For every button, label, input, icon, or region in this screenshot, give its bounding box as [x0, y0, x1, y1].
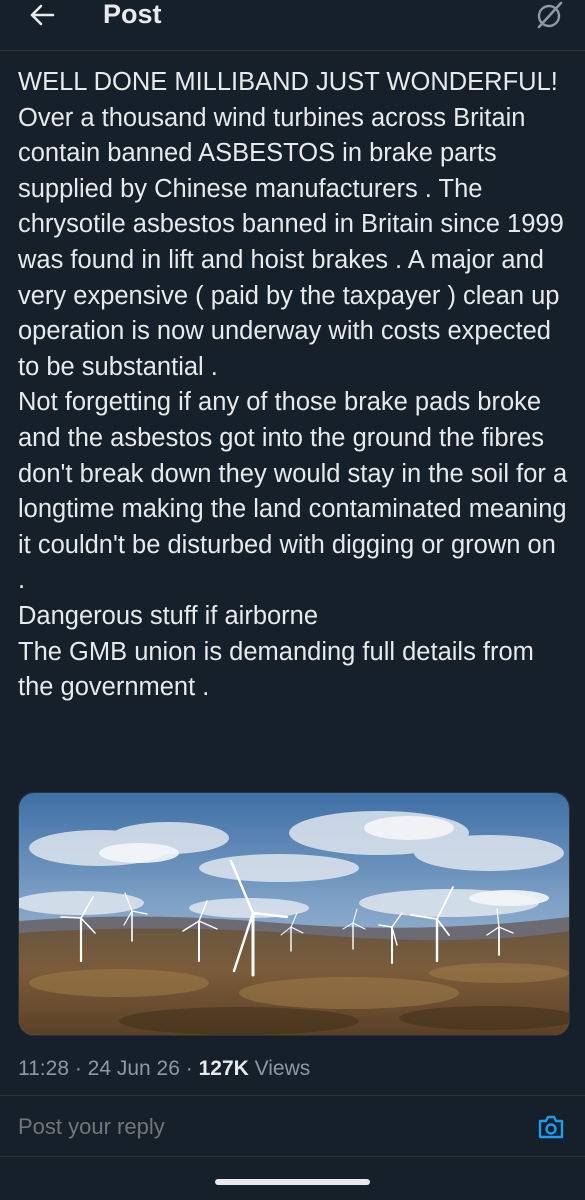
grok-button[interactable] — [531, 0, 567, 30]
back-button[interactable] — [22, 0, 62, 30]
post-paragraph: Over a thousand wind turbines across Bri… — [18, 103, 564, 381]
post-body: WELL DONE MILLIBAND JUST WONDERFUL! Over… — [18, 65, 568, 706]
views-count: 127K — [198, 1057, 249, 1080]
post-meta: 11:28 · 24 Jun 26 · 127K Views — [18, 1055, 310, 1083]
post-time: 11:28 — [18, 1057, 69, 1080]
top-bar: Post — [0, 0, 585, 51]
page-title: Post — [103, 0, 162, 29]
reply-input[interactable] — [18, 1114, 498, 1140]
post-paragraph: The GMB union is demanding full details … — [18, 637, 534, 702]
meta-separator: · — [179, 1057, 199, 1080]
views-label: Views — [248, 1057, 311, 1080]
camera-button[interactable] — [535, 1112, 567, 1142]
arrow-left-icon — [30, 4, 55, 26]
reply-bar — [0, 1096, 585, 1157]
post-paragraph: WELL DONE MILLIBAND JUST WONDERFUL! — [18, 68, 558, 96]
post-date: 24 Jun 26 — [87, 1057, 180, 1080]
post-image[interactable] — [18, 792, 570, 1036]
wind-turbines-photo — [19, 793, 569, 1035]
post-paragraph: Not forgetting if any of those brake pad… — [18, 388, 568, 595]
home-indicator[interactable] — [215, 1179, 370, 1185]
camera-icon — [538, 1115, 564, 1139]
grok-icon — [537, 1, 563, 29]
meta-separator: · — [69, 1057, 88, 1080]
post-paragraph: Dangerous stuff if airborne — [18, 601, 319, 630]
